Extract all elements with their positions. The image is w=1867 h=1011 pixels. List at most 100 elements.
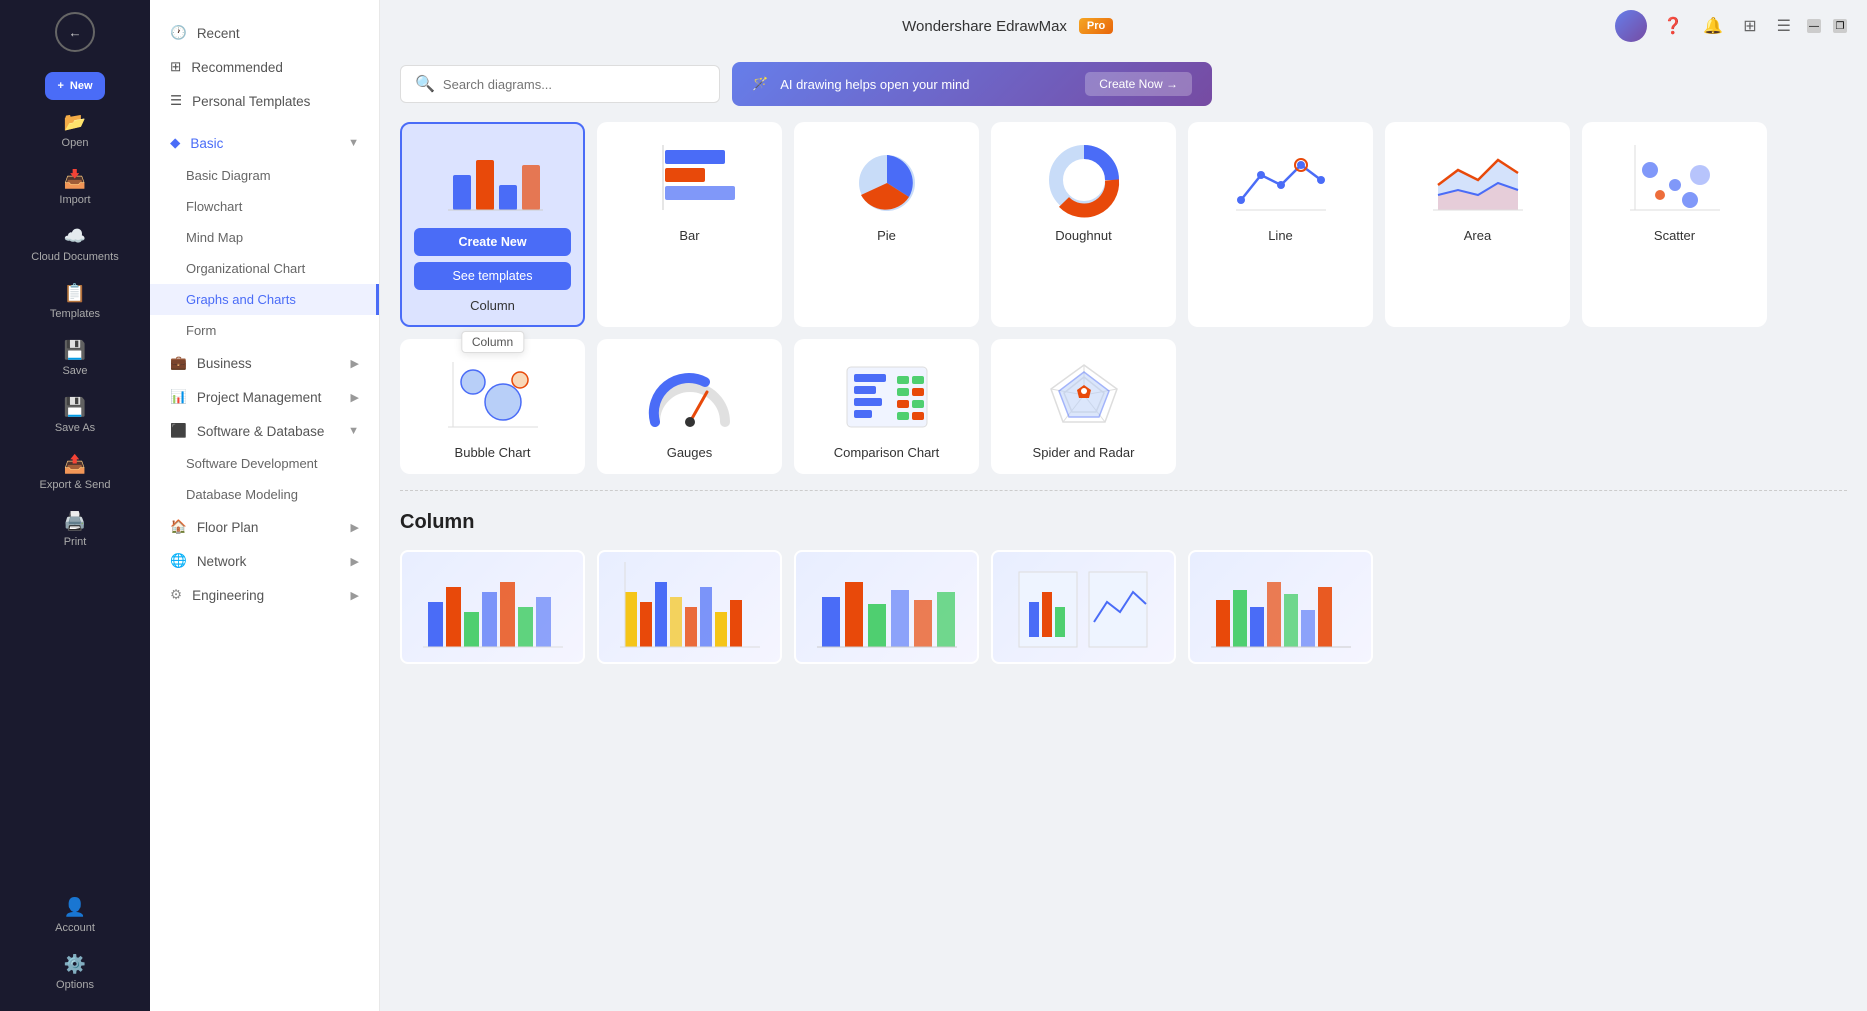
notification-button[interactable]: 🔔 — [1699, 12, 1727, 40]
chart-card-bar[interactable]: Bar — [597, 122, 782, 327]
cloud-icon: ☁️ — [64, 226, 86, 247]
basic-section-header[interactable]: ◆ Basic ▼ — [150, 126, 379, 160]
chart-card-line[interactable]: Line — [1188, 122, 1373, 327]
recent-label: Recent — [197, 26, 240, 41]
import-icon: 📥 — [64, 169, 86, 190]
business-section-header[interactable]: 💼 Business ▶ — [150, 346, 379, 380]
print-nav[interactable]: 🖨️ Print — [0, 503, 150, 556]
save-nav[interactable]: 💾 Save — [0, 332, 150, 385]
sidebar-item-graphs-charts[interactable]: Graphs and Charts — [150, 284, 379, 315]
help-button[interactable]: ❓ — [1659, 12, 1687, 40]
line-chart-icon — [1231, 140, 1331, 220]
personal-link[interactable]: ☰ Personal Templates — [150, 84, 379, 118]
cloud-nav[interactable]: ☁️ Cloud Documents — [0, 218, 150, 271]
saveas-nav[interactable]: 💾 Save As — [0, 389, 150, 442]
search-input[interactable] — [443, 77, 705, 92]
floorplan-section-header[interactable]: 🏠 Floor Plan ▶ — [150, 510, 379, 544]
templates-label: Templates — [50, 308, 100, 320]
recommended-label: Recommended — [191, 60, 283, 75]
save-icon: 💾 — [64, 340, 86, 361]
sidebar-item-flowchart[interactable]: Flowchart — [150, 191, 379, 222]
chart-card-gauges[interactable]: Gauges — [597, 339, 782, 474]
topbar: Wondershare EdrawMax Pro ❓ 🔔 ⊞ ☰ — ❐ — [380, 0, 1867, 52]
sidebar-item-org-chart[interactable]: Organizational Chart — [150, 253, 379, 284]
print-label: Print — [64, 536, 87, 548]
account-nav[interactable]: 👤 Account — [0, 889, 150, 942]
template-thumb-4 — [993, 552, 1174, 662]
cloud-label: Cloud Documents — [31, 251, 118, 263]
recommended-link[interactable]: ⊞ Recommended — [150, 50, 379, 84]
basic-chevron: ▼ — [348, 137, 359, 149]
sidebar-item-database[interactable]: Database Modeling — [150, 479, 379, 510]
doughnut-label: Doughnut — [1055, 228, 1111, 243]
new-button[interactable]: + New — [45, 72, 104, 100]
create-now-button[interactable]: Create Now → — [1085, 72, 1192, 96]
topbar-right: ❓ 🔔 ⊞ ☰ — ❐ — [1615, 10, 1847, 42]
see-templates-button[interactable]: See templates — [414, 262, 571, 290]
ai-icon: 🪄 — [752, 76, 768, 92]
thin-sidebar: ← + New 📂 Open 📥 Import ☁️ Cloud Documen… — [0, 0, 150, 1011]
search-box[interactable]: 🔍 — [400, 65, 720, 103]
recommended-icon: ⊞ — [170, 59, 181, 75]
pro-badge: Pro — [1079, 18, 1113, 34]
project-section-header[interactable]: 📊 Project Management ▶ — [150, 380, 379, 414]
templates-icon: 📋 — [64, 283, 86, 304]
minimize-button[interactable]: — — [1807, 19, 1821, 33]
saveas-label: Save As — [55, 422, 95, 434]
chart-grid: Create New See templates Column Column B… — [400, 122, 1847, 474]
back-button[interactable]: ← — [55, 12, 95, 52]
open-nav[interactable]: 📂 Open — [0, 104, 150, 157]
basic-subitems: Basic Diagram Flowchart Mind Map Organiz… — [150, 160, 379, 346]
area-label: Area — [1464, 228, 1491, 243]
bar-label: Bar — [679, 228, 699, 243]
sidebar-item-software-dev[interactable]: Software Development — [150, 448, 379, 479]
basic-icon: ◆ — [170, 135, 180, 151]
network-section-header[interactable]: 🌐 Network ▶ — [150, 544, 379, 578]
sidebar-item-mind-map[interactable]: Mind Map — [150, 222, 379, 253]
engineering-chevron: ▶ — [351, 589, 359, 602]
open-icon: 📂 — [64, 112, 86, 133]
template-card-1[interactable] — [400, 550, 585, 664]
network-icon: 🌐 — [170, 553, 187, 569]
create-now-label: Create Now → — [1099, 77, 1178, 91]
maximize-button[interactable]: ❐ — [1833, 19, 1847, 33]
project-chevron: ▶ — [351, 391, 359, 404]
create-new-button[interactable]: Create New — [414, 228, 571, 256]
grid-button[interactable]: ⊞ — [1739, 12, 1760, 40]
template-card-2[interactable] — [597, 550, 782, 664]
template-card-5[interactable] — [1188, 550, 1373, 664]
sidebar-item-basic-diagram[interactable]: Basic Diagram — [150, 160, 379, 191]
sidebar-item-form[interactable]: Form — [150, 315, 379, 346]
chart-card-bubble[interactable]: Bubble Chart — [400, 339, 585, 474]
new-label: New — [70, 80, 93, 92]
templates-nav[interactable]: 📋 Templates — [0, 275, 150, 328]
recent-icon: 🕐 — [170, 25, 187, 41]
chart-card-scatter[interactable]: Scatter — [1582, 122, 1767, 327]
import-nav[interactable]: 📥 Import — [0, 161, 150, 214]
project-label: Project Management — [197, 390, 322, 405]
pie-chart-icon — [837, 140, 937, 220]
floorplan-icon: 🏠 — [170, 519, 187, 535]
template-card-4[interactable] — [991, 550, 1176, 664]
chart-card-doughnut[interactable]: Doughnut — [991, 122, 1176, 327]
account-icon: 👤 — [64, 897, 86, 918]
export-nav[interactable]: 📤 Export & Send — [0, 446, 150, 499]
chart-card-area[interactable]: Area — [1385, 122, 1570, 327]
chart-card-spider[interactable]: Spider and Radar — [991, 339, 1176, 474]
template-card-3[interactable] — [794, 550, 979, 664]
ai-banner[interactable]: 🪄 AI drawing helps open your mind Create… — [732, 62, 1212, 106]
engineering-section-header[interactable]: ⚙ Engineering ▶ — [150, 578, 379, 612]
settings-button[interactable]: ☰ — [1773, 12, 1795, 40]
plus-icon: + — [57, 80, 63, 92]
chart-card-comparison[interactable]: Comparison Chart — [794, 339, 979, 474]
column-chart-icon — [443, 140, 543, 220]
chart-card-column[interactable]: Create New See templates Column Column — [400, 122, 585, 327]
options-nav[interactable]: ⚙️ Options — [0, 946, 150, 999]
search-area: 🔍 🪄 AI drawing helps open your mind Crea… — [380, 52, 1867, 106]
pie-label: Pie — [877, 228, 896, 243]
network-chevron: ▶ — [351, 555, 359, 568]
software-section-header[interactable]: ⬛ Software & Database ▼ — [150, 414, 379, 448]
recent-link[interactable]: 🕐 Recent — [150, 16, 379, 50]
chart-card-pie[interactable]: Pie — [794, 122, 979, 327]
template-thumb-2 — [599, 552, 780, 662]
